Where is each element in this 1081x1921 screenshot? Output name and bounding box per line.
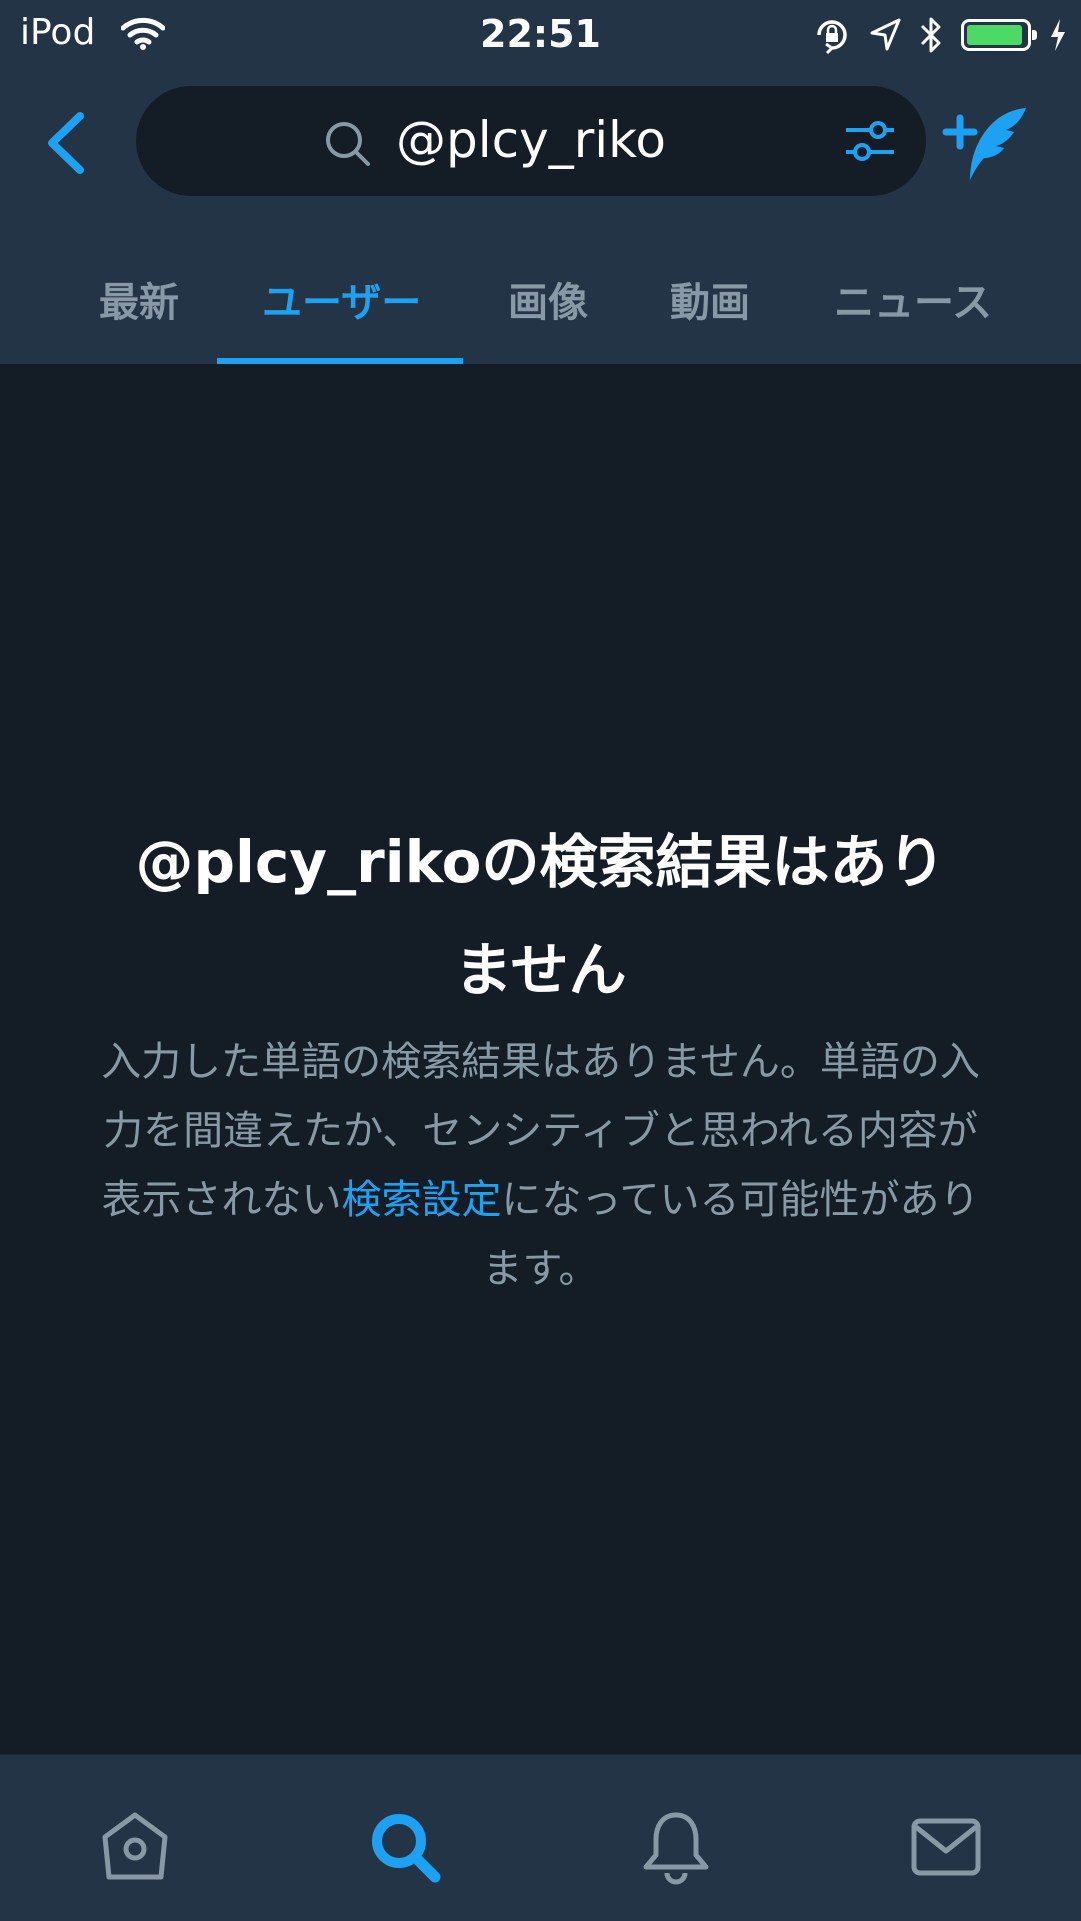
bottom-tab-notifications[interactable] [636,1807,716,1887]
tab-images[interactable]: 画像 [508,270,588,328]
bottom-tab-bar [0,1754,1081,1921]
search-tabs: 最新 ユーザー 画像 動画 ニュース [0,250,1081,364]
status-right [813,12,1067,58]
search-settings-link[interactable]: 検索設定 [342,1177,502,1223]
tab-latest[interactable]: 最新 [99,270,179,328]
bottom-tab-messages[interactable] [906,1807,986,1887]
bottom-tab-search[interactable] [365,1807,445,1887]
orientation-lock-icon [817,20,847,54]
tab-videos[interactable]: 動画 [670,270,750,328]
search-icon [372,1814,441,1883]
search-box[interactable]: @plcy_riko [136,86,926,196]
battery-icon [961,19,1037,51]
active-tab-indicator [217,358,463,364]
tab-news[interactable]: ニュース [834,270,992,328]
search-icon [326,122,370,166]
chevron-left-icon[interactable] [38,108,98,178]
compose-tweet-icon[interactable] [942,104,1032,184]
location-icon [870,18,901,51]
battery-fill [967,25,1022,45]
search-input[interactable]: @plcy_riko [396,111,666,169]
empty-title-line1: @plcy_rikoの検索結果はあり [135,828,946,896]
tab-users[interactable]: ユーザー [262,270,421,328]
sliders-icon[interactable] [844,116,896,166]
charging-icon [1051,19,1065,51]
status-bar: iPod 22:51 [0,0,1081,72]
battery-nub [1032,30,1037,40]
bell-icon [643,1812,709,1885]
search-nav-bar: @plcy_riko [0,86,1081,198]
mail-icon [911,1818,981,1876]
empty-state-title: @plcy_rikoの検索結果はあり ません [80,808,1001,1024]
bluetooth-icon [920,17,941,53]
home-icon [102,1812,168,1880]
empty-state-description: 入力した単語の検索結果はありません。単語の入力を間違えたか、センシティブと思われ… [96,1028,985,1304]
empty-desc-text-end: になっている可能性があります。 [482,1177,980,1292]
bottom-tab-home[interactable] [95,1807,175,1887]
empty-title-line2: ません [454,936,627,1004]
top-header: iPod 22:51 @plcy_riko 最新 ユーザー 画像 動画 ニュース [0,0,1081,364]
